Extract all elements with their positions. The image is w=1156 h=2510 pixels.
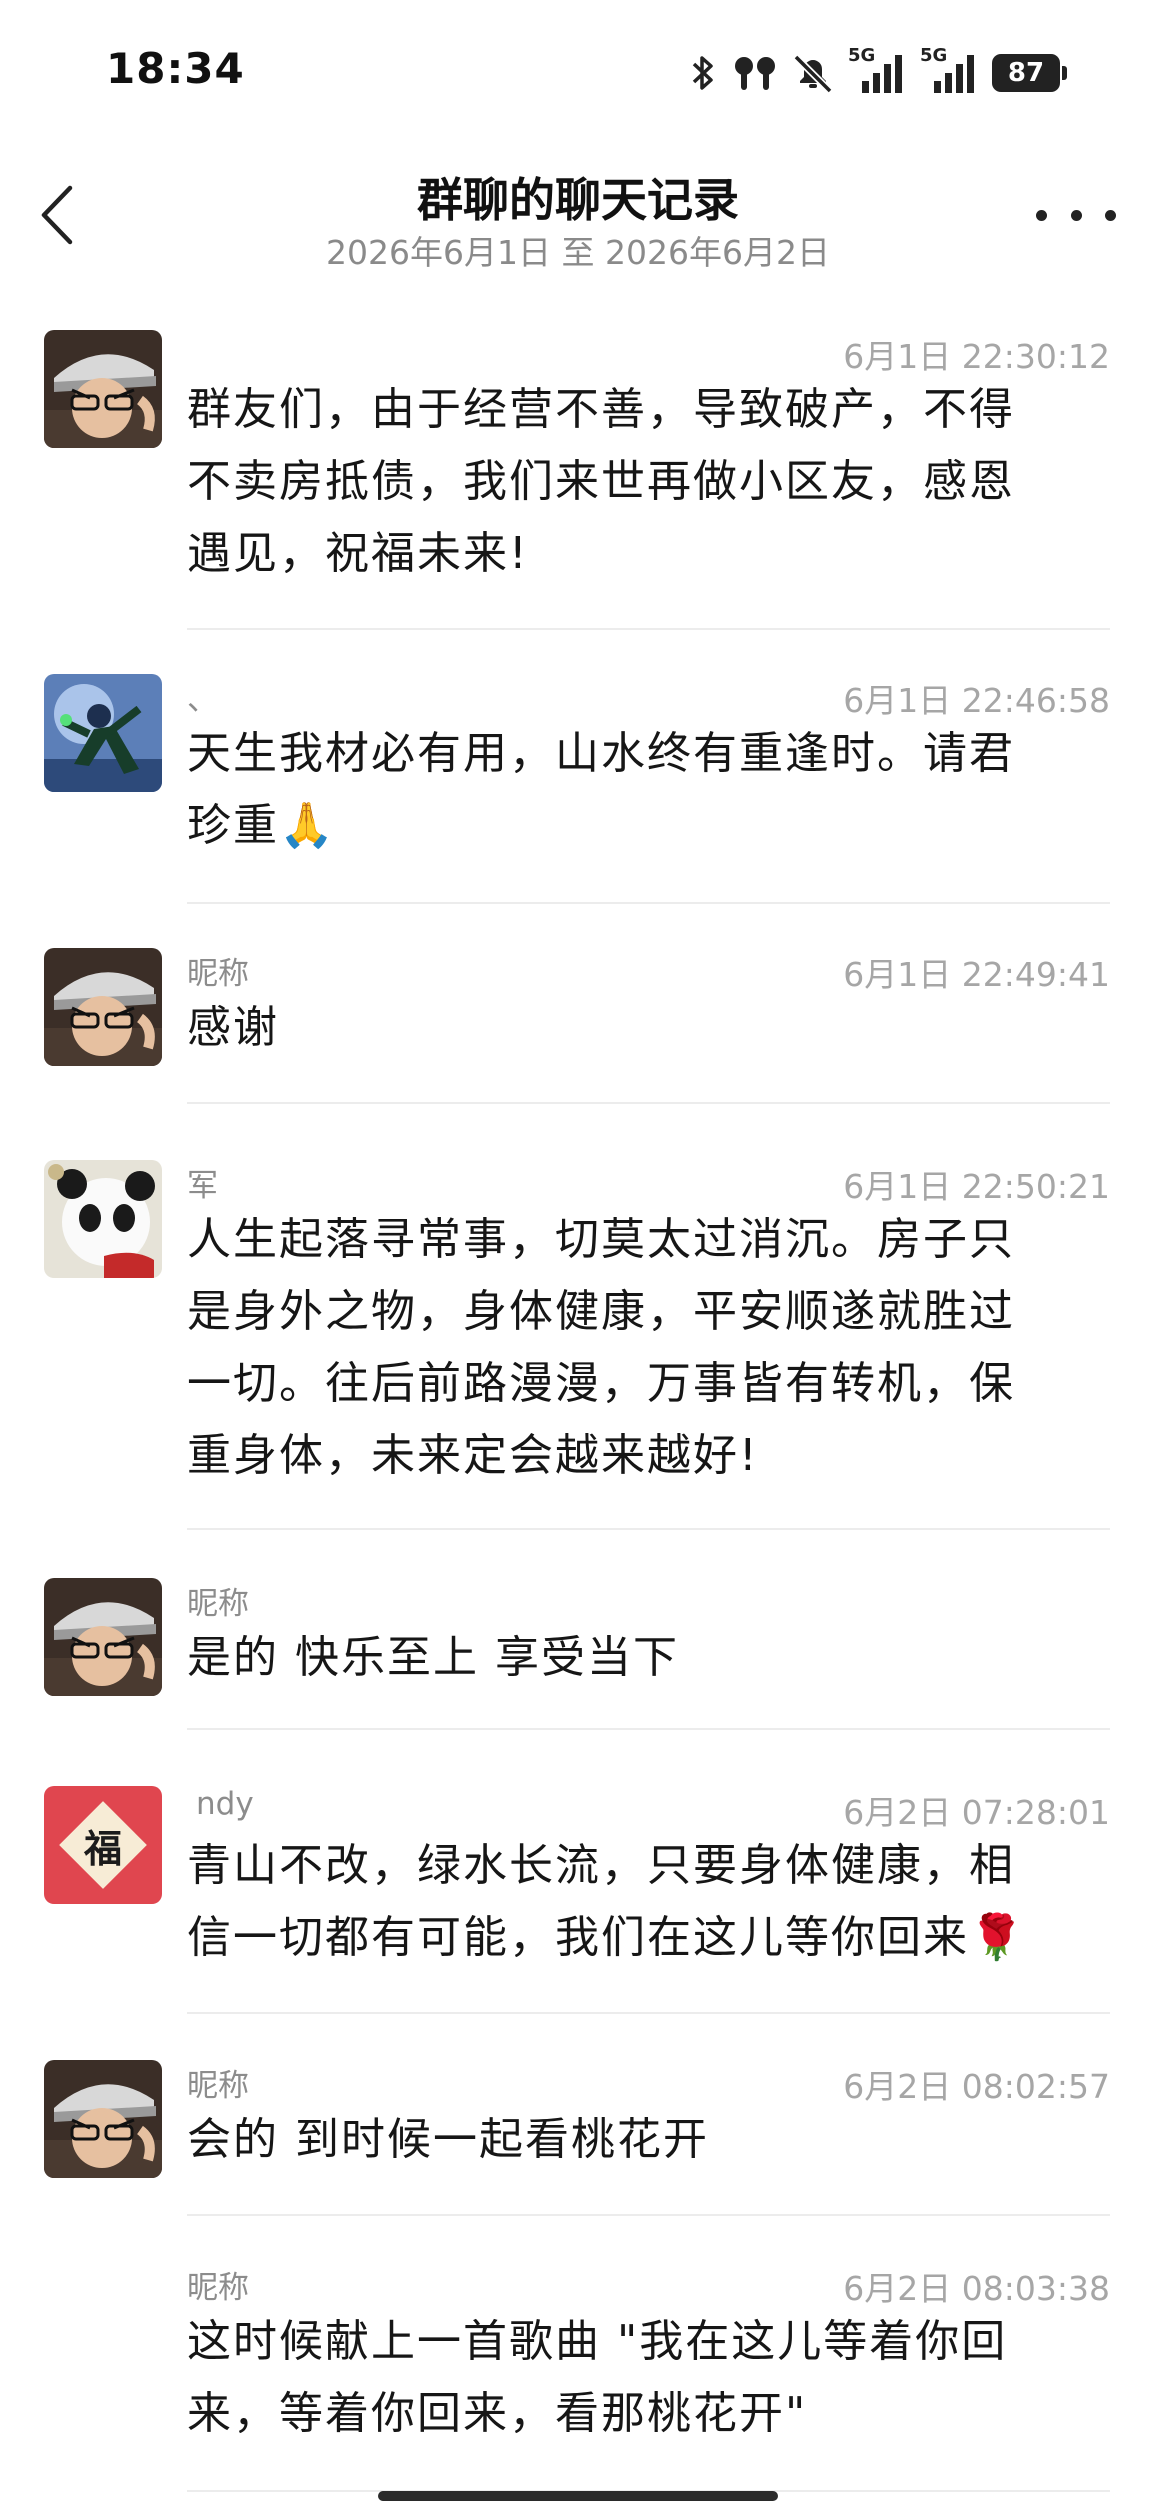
divider <box>187 2214 1110 2216</box>
sender-name: 昵称 <box>187 2270 249 2306</box>
message-text: 群友们，由于经营不善，导致破产，不得 不卖房抵债，我们来世再做小区友，感恩 遇见… <box>187 384 1015 579</box>
status-icons: 5G 5G 87 <box>688 45 1067 98</box>
message-text: 天生我材必有用，山水终有重逢时。请君 珍重🙏 <box>187 728 1015 851</box>
message-time: 6月1日 22:49:41 <box>843 955 1110 994</box>
bluetooth-icon <box>692 56 713 90</box>
message-time: 6月2日 08:03:38 <box>843 2269 1110 2308</box>
divider <box>187 1102 1110 1104</box>
message-time: 6月2日 08:02:57 <box>843 2067 1110 2106</box>
message-time: 6月2日 07:28:01 <box>843 1793 1110 1832</box>
message-text: 会的 到时候一起看桃花开 <box>187 2114 709 2165</box>
divider <box>187 2012 1110 2014</box>
signal-icon <box>862 55 902 93</box>
fu-character: 福 <box>83 1825 122 1871</box>
anime-man-cap-avatar[interactable] <box>44 330 162 448</box>
message-text: 人生起落寻常事，切莫太过消沉。房子只 是身外之物，身体健康，平安顺遂就胜过 一切… <box>187 1214 1015 1481</box>
divider <box>187 1528 1110 1530</box>
sender-name: ndy <box>196 1786 254 1822</box>
message-text: 是的 快乐至上 享受当下 <box>187 1632 679 1683</box>
message-text: 这时候献上一首歌曲 "我在这儿等着你回 来，等着你回来，看那桃花开" <box>187 2316 1008 2439</box>
status-time: 18:34 <box>106 44 245 93</box>
divider <box>187 628 1110 630</box>
sender-name: 昵称 <box>187 956 249 992</box>
anime-man-cap-avatar[interactable] <box>44 1578 162 1696</box>
signal-group-2: 5G <box>920 45 978 95</box>
message-time: 6月1日 22:50:21 <box>843 1167 1110 1206</box>
divider <box>187 902 1110 904</box>
divider <box>187 1728 1110 1730</box>
date-range: 2026年6月1日 至 2026年6月2日 <box>326 233 830 272</box>
sender-name: 军 <box>187 1168 218 1204</box>
home-indicator[interactable] <box>378 2491 778 2501</box>
battery-icon: 87 <box>992 54 1067 92</box>
fu-character-avatar[interactable]: 福 <box>44 1786 162 1904</box>
page-title: 群聊的聊天记录 <box>417 173 739 227</box>
panda-avatar[interactable] <box>44 1160 162 1278</box>
superhero-avatar[interactable] <box>44 674 162 792</box>
anime-man-cap-avatar[interactable] <box>44 948 162 1066</box>
more-horizontal-icon <box>1036 209 1047 221</box>
message-text: 青山不改，绿水长流，只要身体健康，相 信一切都有可能，我们在这儿等你回来🌹 <box>187 1840 1026 1963</box>
status-bar: 18:34 5G 5G 87 <box>0 0 1156 150</box>
more-button[interactable] <box>1036 190 1116 240</box>
message-time: 6月1日 22:46:58 <box>843 681 1110 720</box>
signal-icon <box>934 55 974 93</box>
sender-name: 、 <box>187 682 218 718</box>
earbuds-icon <box>735 57 775 90</box>
message-text: 感谢 <box>187 1002 279 1053</box>
anime-man-cap-avatar[interactable] <box>44 2060 162 2178</box>
signal-group-1: 5G <box>848 45 906 95</box>
sender-name: 昵称 <box>187 1586 249 1622</box>
message-time: 6月1日 22:30:12 <box>843 337 1110 376</box>
mute-icon <box>793 54 833 93</box>
sender-name: 昵称 <box>187 2068 249 2104</box>
header: 群聊的聊天记录 2026年6月1日 至 2026年6月2日 <box>0 150 1156 280</box>
